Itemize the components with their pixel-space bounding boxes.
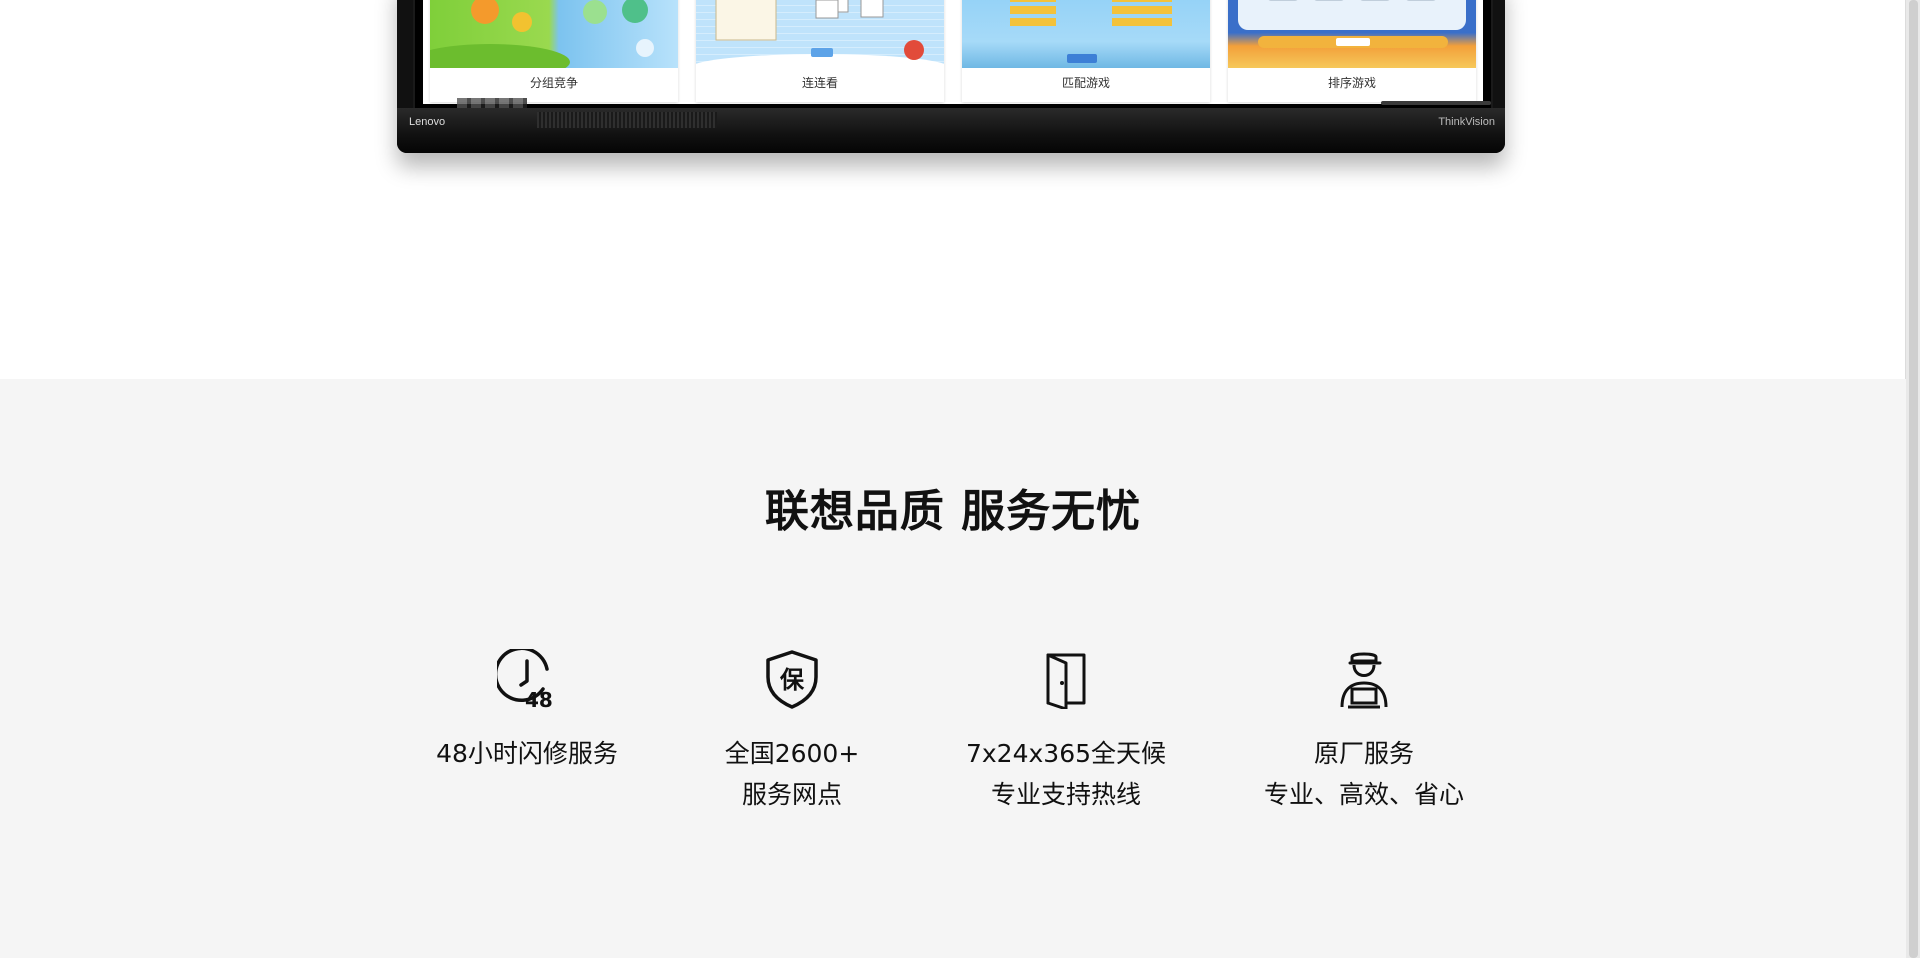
service-section: 联想品质 服务无忧 48 48小时闪修服务 保 全国2600+ 服务网点 7x2…	[0, 379, 1906, 958]
technician-icon	[1334, 649, 1394, 709]
game-illustration	[696, 0, 944, 68]
game-label: 连连看	[801, 76, 838, 90]
screen-content: 分组竞争 连连看 匹配游戏 排序游戏	[423, 0, 1483, 104]
game-thumbnail	[696, 0, 944, 68]
feature-text: 48小时闪修服务	[397, 733, 657, 774]
thinkvision-logo: ThinkVision	[1438, 116, 1495, 128]
game-label: 匹配游戏	[1061, 76, 1110, 90]
scrollbar-thumb[interactable]	[1909, 0, 1918, 958]
game-thumbnail	[962, 0, 1210, 68]
svg-text:保: 保	[779, 666, 805, 694]
scrollbar[interactable]	[1905, 0, 1920, 958]
game-label: 排序游戏	[1327, 76, 1376, 90]
game-illustration	[1010, 0, 1172, 63]
game-card-link-up: 连连看	[696, 0, 944, 102]
device-ports	[457, 98, 527, 108]
display-device: 分组竞争 连连看 匹配游戏 排序游戏 Lenovo ThinkVision	[397, 0, 1505, 153]
game-card-group-competition: 分组竞争	[430, 0, 678, 102]
device-slot	[1381, 101, 1491, 105]
game-thumbnail	[1228, 0, 1476, 68]
shield-bao-icon: 保	[762, 649, 822, 709]
feature-line-1: 7x24x365全天候	[965, 739, 1167, 768]
feature-line-2: 专业支持热线	[990, 780, 1141, 809]
game-illustration	[430, 0, 654, 68]
feature-text: 原厂服务 专业、高效、省心	[1234, 733, 1494, 815]
section-title: 联想品质 服务无忧	[764, 486, 1142, 537]
lenovo-logo: Lenovo	[409, 116, 446, 128]
feature-line-1: 48小时闪修服务	[436, 739, 618, 768]
game-card-sorting: 排序游戏	[1228, 0, 1476, 102]
feature-text: 全国2600+ 服务网点	[662, 733, 922, 815]
game-label: 分组竞争	[529, 76, 578, 90]
clock-48-icon: 48	[493, 646, 557, 712]
game-thumbnail	[430, 0, 678, 68]
device-screen: 分组竞争 连连看 匹配游戏 排序游戏	[413, 0, 1493, 110]
game-illustration	[1238, 0, 1466, 48]
feature-line-2: 专业、高效、省心	[1263, 780, 1464, 809]
game-card-matching: 匹配游戏	[962, 0, 1210, 102]
feature-line-1: 原厂服务	[1313, 739, 1414, 768]
door-icon	[1036, 649, 1096, 711]
feature-line-1: 全国2600+	[724, 739, 860, 768]
feature-line-2: 服务网点	[741, 780, 842, 809]
feature-text: 7x24x365全天候 专业支持热线	[936, 733, 1196, 815]
device-speaker-grille	[537, 112, 717, 128]
svg-text:48: 48	[525, 688, 553, 709]
